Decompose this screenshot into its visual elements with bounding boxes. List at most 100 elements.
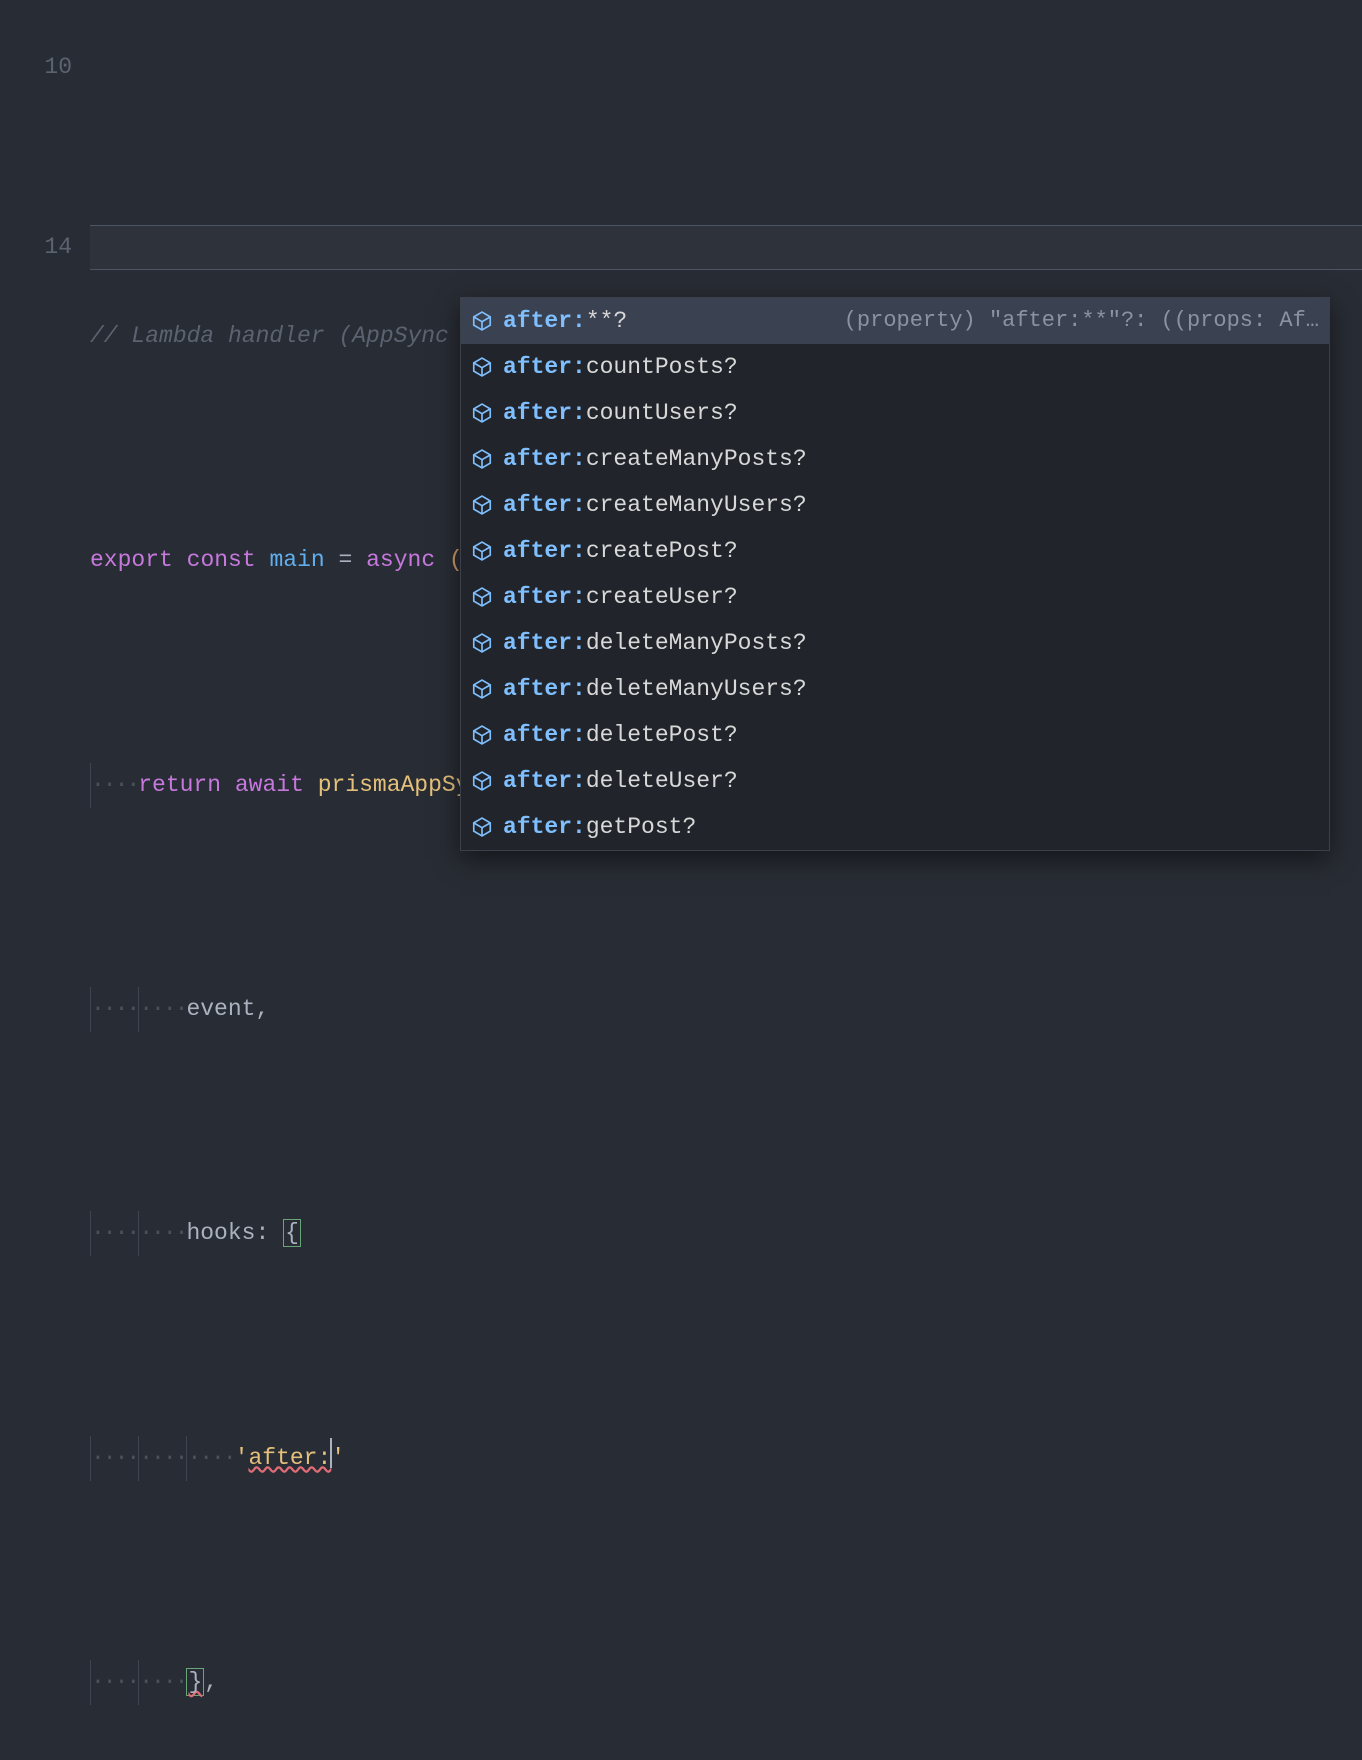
string-quote: ' <box>331 1445 345 1471</box>
autocomplete-item[interactable]: after:**? (property) "after:**"?: ((props… <box>461 298 1329 344</box>
autocomplete-item[interactable]: after:deleteManyUsers? <box>461 666 1329 712</box>
property-icon <box>471 770 493 792</box>
code-line-current[interactable]: ············'after:' <box>90 1436 1362 1481</box>
autocomplete-label-prefix: after: <box>503 676 586 702</box>
autocomplete-item[interactable]: after:deleteUser? <box>461 758 1329 804</box>
keyword-const: const <box>187 547 256 573</box>
keyword-await: await <box>235 772 304 798</box>
autocomplete-item[interactable]: after:createUser? <box>461 574 1329 620</box>
autocomplete-label-prefix: after: <box>503 538 586 564</box>
autocomplete-label-suffix: **? <box>586 308 627 334</box>
brace-open-matched: { <box>283 1219 301 1247</box>
colon: : <box>255 1220 283 1246</box>
line-number <box>0 0 72 45</box>
autocomplete-label: after:createManyPosts? <box>503 437 807 482</box>
autocomplete-label-suffix: createPost? <box>586 538 738 564</box>
string-after: after: <box>248 1445 331 1471</box>
autocomplete-label-prefix: after: <box>503 814 586 840</box>
property-icon <box>471 724 493 746</box>
autocomplete-label-suffix: deleteManyPosts? <box>586 630 807 656</box>
property-icon <box>471 540 493 562</box>
property-icon <box>471 586 493 608</box>
autocomplete-label-prefix: after: <box>503 768 586 794</box>
indent-dots: ···· <box>91 1669 138 1695</box>
autocomplete-label-prefix: after: <box>503 584 586 610</box>
autocomplete-label-prefix: after: <box>503 400 586 426</box>
autocomplete-item[interactable]: after:getPost? <box>461 804 1329 850</box>
property-icon <box>471 816 493 838</box>
autocomplete-label-suffix: createManyPosts? <box>586 446 807 472</box>
autocomplete-label: after:countUsers? <box>503 391 738 436</box>
indent-dots: ···· <box>91 996 138 1022</box>
autocomplete-label-prefix: after: <box>503 630 586 656</box>
string-quote: ' <box>235 1445 249 1471</box>
autocomplete-label-suffix: deleteManyUsers? <box>586 676 807 702</box>
line-number: 10 <box>0 45 72 90</box>
indent-dots: ···· <box>139 1445 186 1471</box>
operator-eq: = <box>325 547 366 573</box>
autocomplete-item[interactable]: after:deletePost? <box>461 712 1329 758</box>
code-line[interactable]: ········hooks: { <box>90 1211 1362 1256</box>
code-editor[interactable]: 10 14 // Lambda handler (AppSync Direct … <box>0 0 1362 1760</box>
property-icon <box>471 356 493 378</box>
autocomplete-label: after:createUser? <box>503 575 738 620</box>
autocomplete-label-prefix: after: <box>503 354 586 380</box>
indent-dots: ···· <box>187 1445 234 1471</box>
autocomplete-item[interactable]: after:countPosts? <box>461 344 1329 390</box>
autocomplete-label-prefix: after: <box>503 722 586 748</box>
property-icon <box>471 678 493 700</box>
autocomplete-label: after:deleteUser? <box>503 759 738 804</box>
autocomplete-popup[interactable]: after:**?(property) "after:**"?: ((props… <box>460 297 1330 851</box>
autocomplete-item[interactable]: after:createManyUsers? <box>461 482 1329 528</box>
autocomplete-label: after:countPosts? <box>503 345 738 390</box>
property-icon <box>471 402 493 424</box>
identifier-main: main <box>269 547 324 573</box>
brace-close-matched: } <box>186 1668 204 1696</box>
code-line[interactable]: ········}, <box>90 1660 1362 1705</box>
line-number <box>0 90 72 135</box>
autocomplete-label-suffix: countUsers? <box>586 400 738 426</box>
line-number-gutter: 10 14 <box>0 0 90 1760</box>
autocomplete-label: after:createPost? <box>503 529 738 574</box>
keyword-async: async <box>366 547 435 573</box>
line-number <box>0 360 72 405</box>
autocomplete-label-suffix: createUser? <box>586 584 738 610</box>
property-icon <box>471 310 493 332</box>
line-number <box>0 180 72 225</box>
line-number <box>0 135 72 180</box>
paren-open: ( <box>435 547 463 573</box>
prop-event: event <box>186 996 255 1022</box>
indent-dots: ···· <box>139 1669 186 1695</box>
autocomplete-item[interactable]: after:createPost? <box>461 528 1329 574</box>
autocomplete-detail: (property) "after:**"?: ((props: Af… <box>824 300 1319 343</box>
code-area[interactable]: // Lambda handler (AppSync Direct Lambda… <box>90 0 1362 1760</box>
autocomplete-label: after:deleteManyUsers? <box>503 667 807 712</box>
property-icon <box>471 494 493 516</box>
autocomplete-label-suffix: deletePost? <box>586 722 738 748</box>
autocomplete-label-suffix: getPost? <box>586 814 696 840</box>
autocomplete-label: after:deleteManyPosts? <box>503 621 807 666</box>
indent-dots: ···· <box>139 996 186 1022</box>
autocomplete-item[interactable]: after:countUsers? <box>461 390 1329 436</box>
autocomplete-item[interactable]: after:createManyPosts? <box>461 436 1329 482</box>
code-line[interactable]: ········event, <box>90 987 1362 1032</box>
autocomplete-label: after:deletePost? <box>503 713 738 758</box>
autocomplete-item[interactable]: after:deleteManyPosts? <box>461 620 1329 666</box>
property-icon <box>471 632 493 654</box>
line-number <box>0 270 72 315</box>
autocomplete-label: after:getPost? <box>503 805 696 850</box>
autocomplete-label-suffix: countPosts? <box>586 354 738 380</box>
autocomplete-label-suffix: createManyUsers? <box>586 492 807 518</box>
autocomplete-label-prefix: after: <box>503 308 586 334</box>
indent-dots: ···· <box>91 1445 138 1471</box>
keyword-return: return <box>138 772 221 798</box>
prop-hooks: hooks <box>186 1220 255 1246</box>
autocomplete-label-suffix: deleteUser? <box>586 768 738 794</box>
line-number: 14 <box>0 225 72 270</box>
indent-dots: ···· <box>91 1220 138 1246</box>
autocomplete-label: after:createManyUsers? <box>503 483 807 528</box>
indent-dots: ···· <box>91 772 138 798</box>
keyword-export: export <box>90 547 173 573</box>
autocomplete-label-prefix: after: <box>503 492 586 518</box>
autocomplete-label: after:**? <box>503 299 627 344</box>
